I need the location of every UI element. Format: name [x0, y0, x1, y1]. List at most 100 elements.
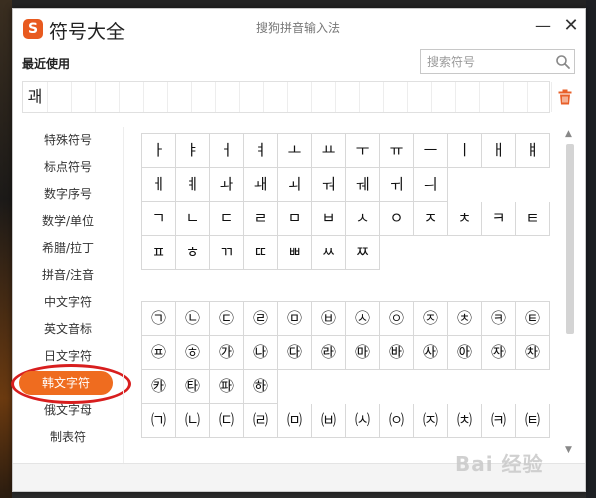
recent-symbol-cell[interactable]	[528, 82, 552, 112]
symbol-cell[interactable]: ㉺	[210, 370, 244, 404]
recent-symbol-cell[interactable]	[120, 82, 144, 112]
symbol-cell[interactable]: ㉰	[278, 336, 312, 370]
symbol-cell[interactable]: ㈁	[176, 404, 210, 438]
symbol-cell[interactable]: ㉲	[346, 336, 380, 370]
symbol-cell[interactable]: ㅉ	[346, 236, 380, 270]
sidebar-item-9[interactable]: 韩文字符	[19, 371, 113, 395]
recent-symbol-cell[interactable]	[168, 82, 192, 112]
symbol-cell[interactable]: ㉢	[210, 302, 244, 336]
scroll-thumb[interactable]	[566, 144, 574, 334]
symbol-cell[interactable]: ㅌ	[516, 202, 550, 236]
recent-symbol-cell[interactable]	[504, 82, 528, 112]
symbol-cell[interactable]: ㅘ	[210, 168, 244, 202]
recent-symbol-cell[interactable]	[96, 82, 120, 112]
symbol-cell[interactable]: ㈀	[142, 404, 176, 438]
symbol-cell[interactable]: ㈃	[244, 404, 278, 438]
symbol-cell[interactable]: ㈈	[414, 404, 448, 438]
recent-symbol-cell[interactable]: 괘	[23, 82, 48, 112]
close-button[interactable]: ✕	[559, 15, 583, 37]
symbol-cell[interactable]: ㅞ	[346, 168, 380, 202]
scrollbar[interactable]: ▲ ▼	[562, 127, 578, 463]
symbol-cell[interactable]: ㈇	[380, 404, 414, 438]
symbol-cell[interactable]: ㅅ	[346, 202, 380, 236]
symbol-cell[interactable]: ㅕ	[244, 134, 278, 168]
symbol-cell[interactable]: ㅁ	[278, 202, 312, 236]
symbol-cell[interactable]: ㅡ	[414, 134, 448, 168]
symbol-cell[interactable]: ㅃ	[278, 236, 312, 270]
symbol-cell[interactable]: ㈂	[210, 404, 244, 438]
symbol-cell[interactable]: ㅙ	[244, 168, 278, 202]
symbol-cell[interactable]: ㉸	[142, 370, 176, 404]
sidebar-item-3[interactable]: 数学/单位	[13, 208, 123, 234]
symbol-cell[interactable]: ㈋	[516, 404, 550, 438]
symbol-cell[interactable]: ㅢ	[414, 168, 448, 202]
search-input[interactable]	[421, 50, 549, 73]
trash-icon[interactable]	[558, 89, 572, 105]
symbol-cell[interactable]: ㉠	[142, 302, 176, 336]
symbol-cell[interactable]: ㅐ	[482, 134, 516, 168]
symbol-cell[interactable]: ㉯	[244, 336, 278, 370]
symbol-cell[interactable]: ㅎ	[176, 236, 210, 270]
sidebar-item-4[interactable]: 希腊/拉丁	[13, 235, 123, 261]
symbol-cell[interactable]: ㅆ	[312, 236, 346, 270]
symbol-cell[interactable]: ㉡	[176, 302, 210, 336]
symbol-cell[interactable]: ㉱	[312, 336, 346, 370]
symbol-cell[interactable]: ㉦	[346, 302, 380, 336]
sidebar-item-8[interactable]: 日文字符	[13, 343, 123, 369]
symbol-cell[interactable]: ㅠ	[380, 134, 414, 168]
symbol-cell[interactable]: ㉮	[210, 336, 244, 370]
symbol-cell[interactable]: ㅜ	[346, 134, 380, 168]
symbol-cell[interactable]: ㉥	[312, 302, 346, 336]
recent-symbol-cell[interactable]	[408, 82, 432, 112]
minimize-button[interactable]: —	[531, 15, 555, 37]
symbol-cell[interactable]: ㅊ	[448, 202, 482, 236]
title-bar[interactable]: S 符号大全 搜狗拼音输入法 — ✕	[13, 9, 585, 47]
symbol-cell[interactable]: ㉨	[414, 302, 448, 336]
recent-symbol-cell[interactable]	[456, 82, 480, 112]
sidebar-item-11[interactable]: 制表符	[13, 424, 123, 450]
symbol-cell[interactable]: ㉹	[176, 370, 210, 404]
symbol-cell[interactable]: ㉴	[414, 336, 448, 370]
symbol-cell[interactable]: ㈉	[448, 404, 482, 438]
symbol-cell[interactable]: ㅍ	[142, 236, 176, 270]
symbol-cell[interactable]: ㉩	[448, 302, 482, 336]
symbol-cell[interactable]: ㉫	[516, 302, 550, 336]
sidebar-item-10[interactable]: 俄文字母	[13, 397, 123, 423]
symbol-cell[interactable]: ㅛ	[312, 134, 346, 168]
search-icon[interactable]	[555, 54, 571, 70]
symbol-cell[interactable]: ㅇ	[380, 202, 414, 236]
recent-symbol-cell[interactable]	[360, 82, 384, 112]
symbol-cell[interactable]: ㉪	[482, 302, 516, 336]
symbol-cell[interactable]: ㄲ	[210, 236, 244, 270]
symbol-cell[interactable]: ㅑ	[176, 134, 210, 168]
symbol-cell[interactable]: ㅋ	[482, 202, 516, 236]
symbol-cell[interactable]: ㉵	[448, 336, 482, 370]
symbol-cell[interactable]: ㉧	[380, 302, 414, 336]
scroll-up-arrow-icon[interactable]: ▲	[565, 129, 572, 139]
symbol-cell[interactable]: ㈆	[346, 404, 380, 438]
symbol-cell[interactable]: ㈄	[278, 404, 312, 438]
symbol-cell[interactable]: ㄷ	[210, 202, 244, 236]
symbol-cell[interactable]: ㅂ	[312, 202, 346, 236]
recent-symbol-cell[interactable]	[216, 82, 240, 112]
symbol-cell[interactable]: ㅒ	[516, 134, 550, 168]
recent-symbol-cell[interactable]	[432, 82, 456, 112]
symbol-cell[interactable]: ㅝ	[312, 168, 346, 202]
symbol-cell[interactable]: ㄱ	[142, 202, 176, 236]
symbol-cell[interactable]: ㅈ	[414, 202, 448, 236]
symbol-cell[interactable]: ㉭	[176, 336, 210, 370]
symbol-cell[interactable]: ㉬	[142, 336, 176, 370]
recent-symbol-cell[interactable]	[240, 82, 264, 112]
recent-symbol-cell[interactable]	[480, 82, 504, 112]
sidebar-item-7[interactable]: 英文音标	[13, 316, 123, 342]
symbol-cell[interactable]: ㅣ	[448, 134, 482, 168]
recent-symbol-cell[interactable]	[48, 82, 72, 112]
sidebar-item-5[interactable]: 拼音/注音	[13, 262, 123, 288]
recent-symbol-cell[interactable]	[192, 82, 216, 112]
recent-symbol-cell[interactable]	[312, 82, 336, 112]
symbol-cell[interactable]: ㉶	[482, 336, 516, 370]
sidebar-item-2[interactable]: 数字序号	[13, 181, 123, 207]
recent-symbol-cell[interactable]	[384, 82, 408, 112]
sidebar-item-0[interactable]: 特殊符号	[13, 127, 123, 153]
symbol-cell[interactable]: ㈊	[482, 404, 516, 438]
